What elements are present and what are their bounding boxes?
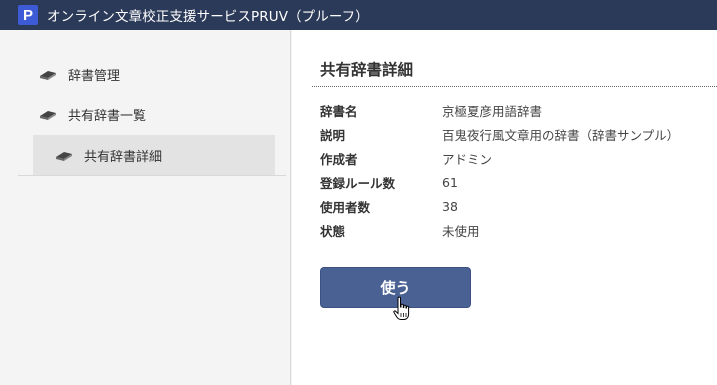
detail-value: 京極夏彦用語辞書 [442, 103, 543, 119]
app-title: オンライン文章校正支援サービスPRUV（プルーフ） [47, 9, 369, 25]
sidebar: 辞書管理 共有辞書一覧 共有辞書詳細 [0, 30, 291, 385]
title-divider [312, 86, 717, 87]
hand-pointer-icon [393, 296, 410, 320]
detail-row-user-count: 使用者数 38 [320, 194, 679, 218]
detail-value: 未使用 [442, 223, 480, 239]
sidebar-item-shared-dictionary-detail[interactable]: 共有辞書詳細 [33, 135, 275, 175]
detail-row-name: 辞書名 京極夏彦用語辞書 [320, 98, 679, 122]
detail-label: 説明 [320, 127, 346, 143]
detail-label: 使用者数 [320, 199, 371, 215]
book-icon [38, 67, 58, 81]
detail-row-author: 作成者 アドミン [320, 146, 679, 170]
detail-value: アドミン [442, 151, 493, 167]
detail-row-status: 状態 未使用 [320, 218, 679, 242]
detail-row-rule-count: 登録ルール数 61 [320, 170, 679, 194]
detail-value: 61 [442, 174, 458, 190]
sidebar-item-dictionary-management[interactable]: 辞書管理 [38, 64, 120, 84]
book-icon [38, 107, 58, 121]
detail-value: 38 [442, 198, 458, 214]
detail-row-description: 説明 百鬼夜行風文章用の辞書（辞書サンプル） [320, 122, 679, 146]
sidebar-divider [18, 175, 286, 176]
sidebar-item-label: 共有辞書一覧 [68, 108, 147, 124]
sidebar-item-label: 共有辞書詳細 [84, 149, 163, 165]
title-bar: P オンライン文章校正支援サービスPRUV（プルーフ） [0, 0, 717, 30]
sidebar-item-shared-dictionary-list[interactable]: 共有辞書一覧 [38, 104, 146, 124]
app-logo: P [18, 5, 38, 25]
dictionary-details: 辞書名 京極夏彦用語辞書 説明 百鬼夜行風文章用の辞書（辞書サンプル） 作成者 … [320, 98, 679, 242]
sidebar-item-label: 辞書管理 [68, 68, 121, 84]
detail-label: 登録ルール数 [320, 175, 396, 191]
detail-label: 状態 [320, 223, 346, 239]
page-title: 共有辞書詳細 [320, 61, 414, 79]
book-icon [54, 148, 74, 162]
detail-value: 百鬼夜行風文章用の辞書（辞書サンプル） [442, 127, 680, 143]
detail-label: 辞書名 [320, 103, 358, 119]
detail-label: 作成者 [320, 151, 358, 167]
main-panel: 共有辞書詳細 辞書名 京極夏彦用語辞書 説明 百鬼夜行風文章用の辞書（辞書サンプ… [292, 30, 717, 385]
